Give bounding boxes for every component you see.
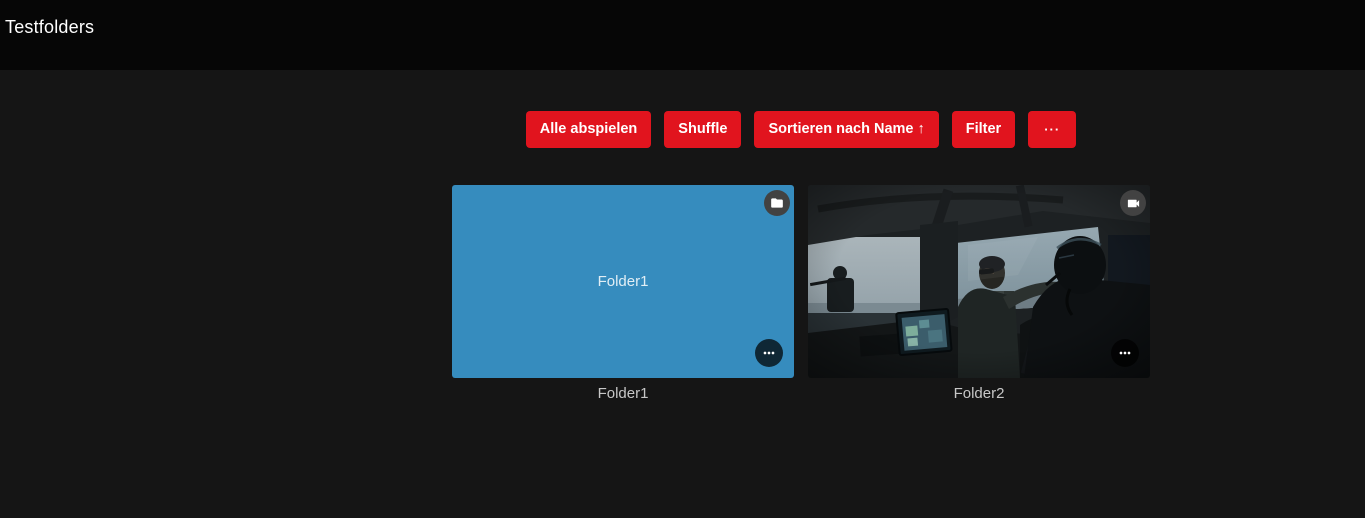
app-header: Testfolders [0, 0, 1365, 70]
sort-ascending-icon: ↑ [917, 121, 925, 137]
folder2-caption[interactable]: Folder2 [808, 385, 1150, 402]
more-dots-icon [763, 351, 775, 355]
card-grid: Folder1 Folder1 Folder2 [452, 185, 1150, 402]
filter-button[interactable]: Filter [951, 111, 1016, 148]
sort-button[interactable]: Sortieren nach Name ↑ [754, 111, 939, 148]
folder2-thumbnail-image [808, 185, 1150, 378]
card-column-folder1: Folder1 Folder1 [452, 185, 794, 402]
more-dots-icon [1119, 351, 1131, 355]
folder2-card[interactable] [808, 185, 1150, 378]
folder2-more-button[interactable] [1111, 339, 1139, 367]
folder1-caption[interactable]: Folder1 [452, 385, 794, 402]
library-toolbar: Alle abspielen Shuffle Sortieren nach Na… [452, 111, 1150, 148]
toolbar-more-button[interactable]: ··· [1028, 111, 1077, 148]
play-all-label: Alle abspielen [539, 121, 638, 137]
horizontal-ellipsis-icon: ··· [1044, 122, 1061, 137]
library-content: Alle abspielen Shuffle Sortieren nach Na… [452, 111, 1150, 402]
folder1-card[interactable]: Folder1 [452, 185, 794, 378]
card-column-folder2: Folder2 [808, 185, 1150, 402]
page-title: Testfolders [5, 17, 95, 37]
folder1-card-label: Folder1 [597, 273, 649, 290]
sort-label: Sortieren nach Name [768, 121, 914, 137]
folder1-more-button[interactable] [755, 339, 783, 367]
videocam-icon [1120, 190, 1146, 216]
filter-label: Filter [965, 121, 1002, 137]
shuffle-button[interactable]: Shuffle [664, 111, 742, 148]
folder-icon [764, 190, 790, 216]
play-all-button[interactable]: Alle abspielen [525, 111, 652, 148]
shuffle-label: Shuffle [678, 121, 728, 137]
